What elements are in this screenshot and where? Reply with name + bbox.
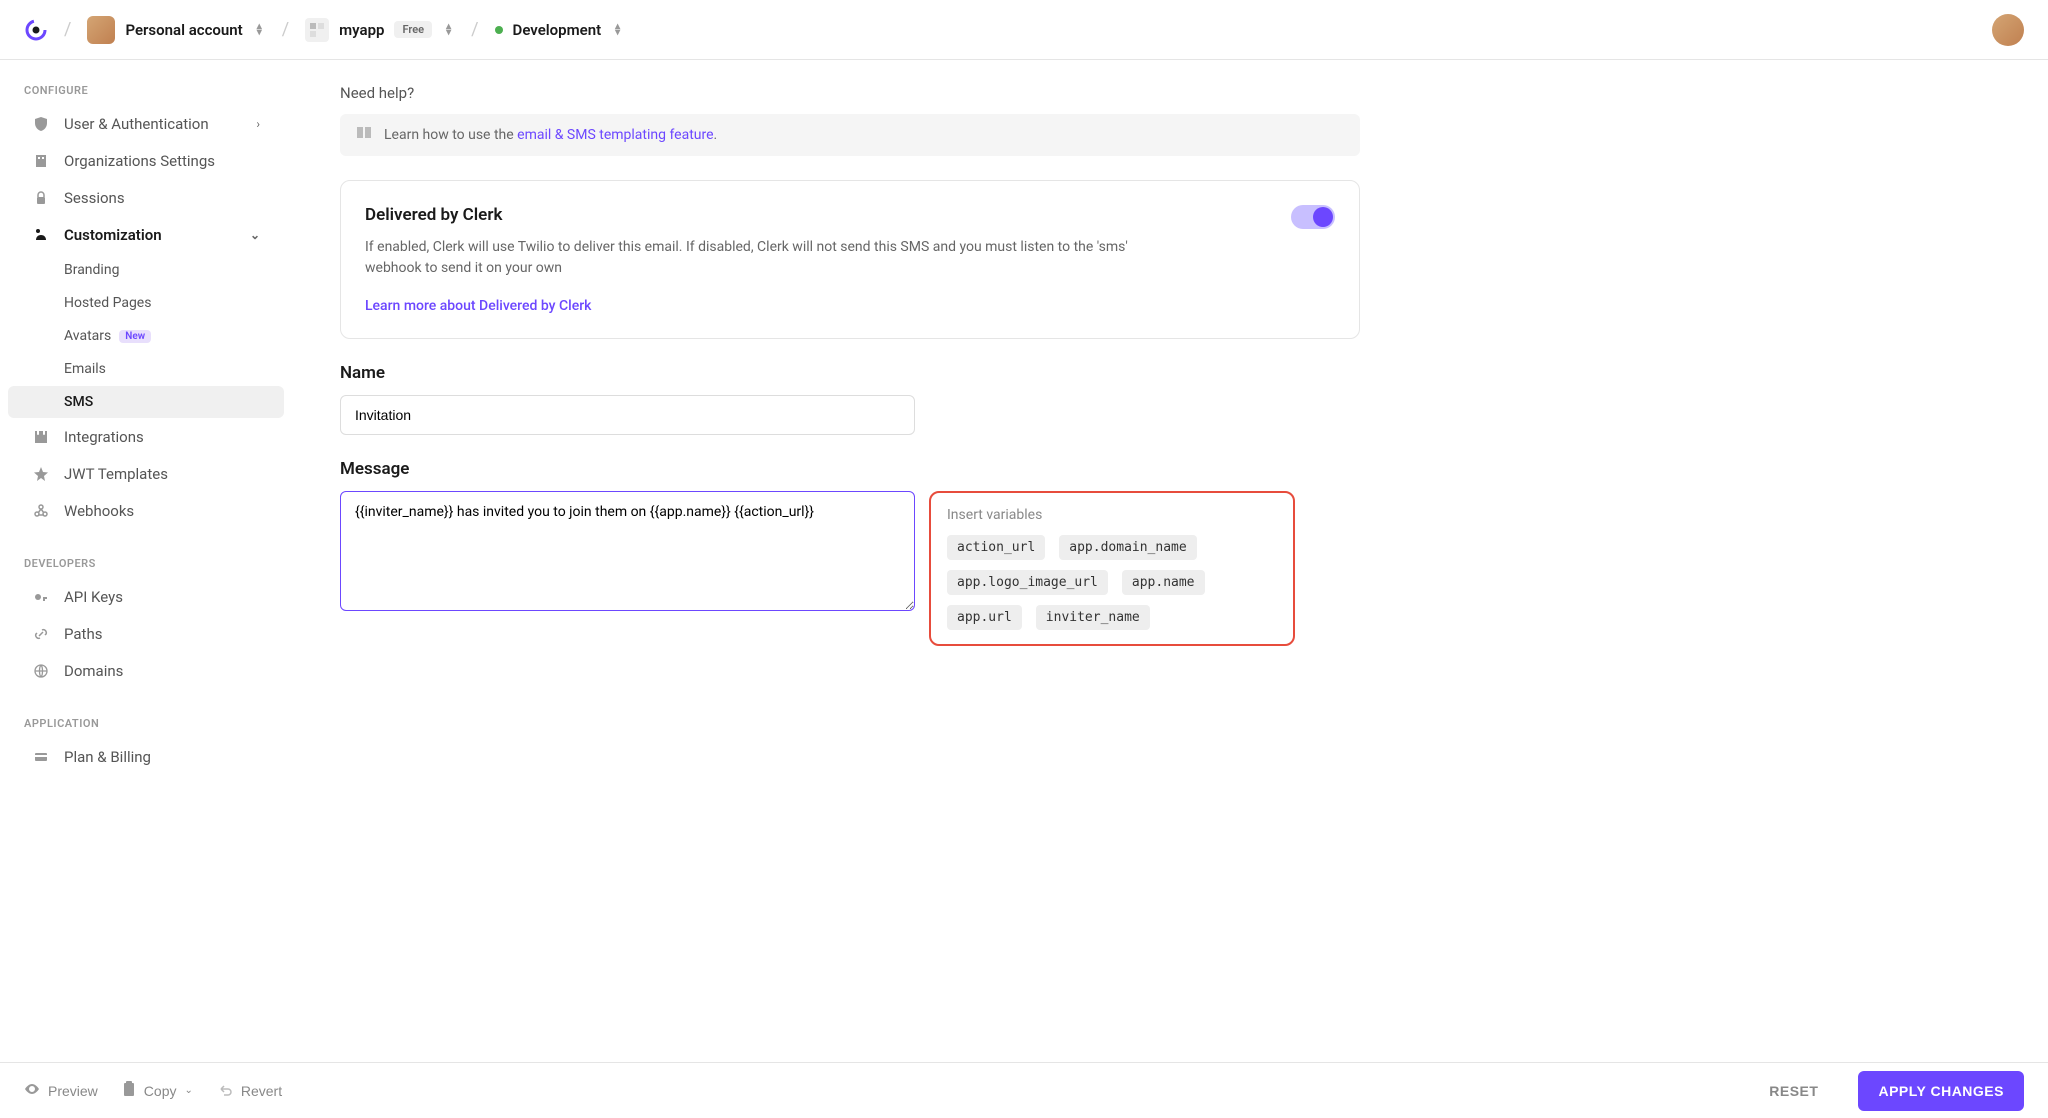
app-icon (305, 18, 329, 42)
section-developers: DEVELOPERS (0, 549, 292, 578)
sidebar-item-api-keys[interactable]: API Keys (8, 579, 284, 615)
palette-icon (32, 227, 50, 243)
app-switcher[interactable]: myapp Free ▴▾ (305, 18, 455, 42)
help-text: Learn how to use the email & SMS templat… (384, 127, 717, 143)
sidebar-item-integrations[interactable]: Integrations (8, 419, 284, 455)
tier-badge: Free (394, 21, 432, 38)
account-name: Personal account (125, 21, 242, 39)
book-icon (356, 126, 372, 144)
breadcrumb-separator: / (64, 19, 71, 40)
eye-icon (24, 1081, 40, 1100)
nav-label: Plan & Billing (64, 748, 151, 766)
nav-label: Customization (64, 226, 162, 244)
sidebar-sub-branding[interactable]: Branding (8, 254, 284, 286)
delivered-toggle[interactable] (1291, 205, 1335, 229)
chevron-down-icon: ⌄ (184, 1085, 192, 1096)
name-label: Name (340, 363, 1360, 383)
variables-panel: Insert variables action_url app.domain_n… (929, 491, 1295, 646)
breadcrumb-separator: / (282, 19, 289, 40)
building-icon (32, 153, 50, 169)
section-application: APPLICATION (0, 709, 292, 738)
card-link[interactable]: Learn more about Delivered by Clerk (365, 298, 591, 314)
message-textarea[interactable] (340, 491, 915, 611)
nav-label: User & Authentication (64, 115, 209, 133)
nav-label: Domains (64, 662, 123, 680)
apply-changes-button[interactable]: APPLY CHANGES (1858, 1071, 2024, 1111)
shield-icon (32, 116, 50, 132)
var-chip[interactable]: app.domain_name (1059, 535, 1196, 560)
nav-label: Sessions (64, 189, 125, 207)
clerk-logo[interactable] (24, 18, 48, 42)
sidebar-sub-avatars[interactable]: Avatars New (8, 320, 284, 352)
nav-label: Paths (64, 625, 102, 643)
billing-icon (32, 749, 50, 765)
updown-icon[interactable]: ▴▾ (611, 24, 624, 36)
sidebar-item-sessions[interactable]: Sessions (8, 180, 284, 216)
sidebar-sub-emails[interactable]: Emails (8, 353, 284, 385)
app-name: myapp (339, 21, 384, 39)
vars-chips: action_url app.domain_name app.logo_imag… (947, 535, 1277, 630)
nav-label: API Keys (64, 588, 123, 606)
help-box: Learn how to use the email & SMS templat… (340, 114, 1360, 156)
account-switcher[interactable]: Personal account ▴▾ (87, 16, 265, 44)
sidebar-item-user-auth[interactable]: User & Authentication › (8, 106, 284, 142)
sidebar: CONFIGURE User & Authentication › Organi… (0, 60, 300, 1062)
var-chip[interactable]: app.name (1122, 570, 1205, 595)
sidebar-item-plan[interactable]: Plan & Billing (8, 739, 284, 775)
nav-label: Webhooks (64, 502, 134, 520)
topbar: / Personal account ▴▾ / myapp Free ▴▾ / … (0, 0, 2048, 60)
message-label: Message (340, 459, 1360, 479)
account-avatar (87, 16, 115, 44)
reset-button[interactable]: RESET (1753, 1073, 1834, 1109)
updown-icon[interactable]: ▴▾ (253, 24, 266, 36)
puzzle-icon (32, 429, 50, 445)
sidebar-item-webhooks[interactable]: Webhooks (8, 493, 284, 529)
lock-icon (32, 190, 50, 206)
section-configure: CONFIGURE (0, 76, 292, 105)
breadcrumb-separator: / (471, 19, 478, 40)
var-chip[interactable]: app.url (947, 605, 1022, 630)
env-name: Development (513, 21, 602, 39)
sidebar-item-orgs[interactable]: Organizations Settings (8, 143, 284, 179)
sidebar-item-customization[interactable]: Customization ⌄ (8, 217, 284, 253)
nav-label: JWT Templates (64, 465, 168, 483)
var-chip[interactable]: inviter_name (1036, 605, 1150, 630)
preview-button[interactable]: Preview (24, 1081, 98, 1100)
main-content: Need help? Learn how to use the email & … (300, 60, 1400, 1062)
sidebar-item-paths[interactable]: Paths (8, 616, 284, 652)
clipboard-icon (122, 1081, 136, 1100)
env-dot-icon (495, 26, 503, 34)
user-avatar[interactable] (1992, 14, 2024, 46)
link-icon (32, 626, 50, 642)
globe-icon (32, 663, 50, 679)
name-input[interactable] (340, 395, 915, 435)
star-icon (32, 466, 50, 482)
copy-button[interactable]: Copy ⌄ (122, 1081, 193, 1100)
footer: Preview Copy ⌄ Revert RESET APPLY CHANGE… (0, 1062, 2048, 1118)
new-badge: New (119, 330, 151, 343)
chevron-right-icon: › (256, 117, 260, 131)
sidebar-sub-sms[interactable]: SMS (8, 386, 284, 418)
help-label: Need help? (340, 84, 1360, 102)
help-link[interactable]: email & SMS templating feature (517, 127, 713, 143)
updown-icon[interactable]: ▴▾ (442, 24, 455, 36)
key-icon (32, 589, 50, 605)
card-title: Delivered by Clerk (365, 205, 502, 225)
var-chip[interactable]: app.logo_image_url (947, 570, 1108, 595)
undo-icon (217, 1082, 233, 1099)
chevron-down-icon: ⌄ (250, 228, 260, 242)
revert-button[interactable]: Revert (217, 1082, 282, 1099)
environment-switcher[interactable]: Development ▴▾ (495, 21, 625, 39)
delivered-card: Delivered by Clerk If enabled, Clerk wil… (340, 180, 1360, 339)
nav-label: Integrations (64, 428, 144, 446)
sidebar-item-domains[interactable]: Domains (8, 653, 284, 689)
sidebar-sub-hosted-pages[interactable]: Hosted Pages (8, 287, 284, 319)
var-chip[interactable]: action_url (947, 535, 1045, 560)
nav-label: Organizations Settings (64, 152, 215, 170)
vars-title: Insert variables (947, 507, 1277, 523)
sidebar-item-jwt[interactable]: JWT Templates (8, 456, 284, 492)
webhook-icon (32, 503, 50, 519)
card-description: If enabled, Clerk will use Twilio to del… (365, 237, 1185, 279)
